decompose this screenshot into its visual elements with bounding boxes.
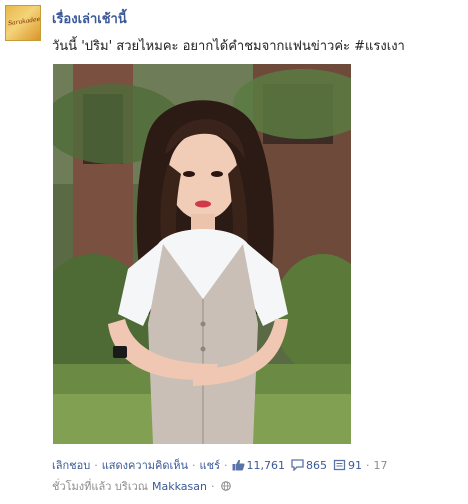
post-photo[interactable] [53, 64, 351, 444]
avatar-logo-text: Sarakadee [7, 15, 41, 28]
comment-icon [291, 459, 304, 471]
action-separator: · [366, 458, 370, 472]
shares-count: 91 [348, 458, 363, 472]
comments-count-link[interactable]: 865 [291, 459, 327, 472]
meta-separator: · [210, 479, 215, 493]
news-feed-post: Sarakadee เรื่องเล่าเช้านี้ วันนี้ 'ปริม… [0, 0, 468, 504]
shares-count-link[interactable]: 91 [333, 459, 362, 472]
post-meta: ชั่วโมงที่แล้ว บริเวณ Makkasan · [52, 477, 232, 495]
globe-icon[interactable] [221, 481, 232, 491]
action-separator: · [94, 458, 98, 472]
thumbs-up-icon [232, 459, 245, 471]
share-button[interactable]: แชร์ [200, 456, 220, 474]
unlike-button[interactable]: เลิกชอบ [52, 456, 90, 474]
likes-count-link[interactable]: 11,761 [232, 458, 286, 472]
comments-count: 865 [306, 458, 328, 472]
page-name-link[interactable]: เรื่องเล่าเช้านี้ [52, 8, 127, 29]
timestamp-text: ชั่วโมงที่แล้ว บริเวณ [52, 480, 148, 493]
photo-illustration [53, 64, 351, 444]
post-caption: วันนี้ 'ปริม' สวยไหมคะ อยากได้คำชมจากแฟน… [52, 39, 405, 54]
post-action-bar: เลิกชอบ · แสดงความคิดเห็น · แชร์ · 11,76… [52, 457, 388, 473]
action-separator: · [224, 458, 228, 472]
page-avatar[interactable]: Sarakadee [5, 5, 41, 41]
comment-button[interactable]: แสดงความคิดเห็น [102, 456, 188, 474]
likes-count: 11,761 [246, 458, 286, 472]
timestamp-number[interactable]: 17 [374, 459, 388, 472]
location-link[interactable]: Makkasan [152, 480, 207, 493]
action-separator: · [192, 458, 196, 472]
share-icon [333, 459, 346, 471]
